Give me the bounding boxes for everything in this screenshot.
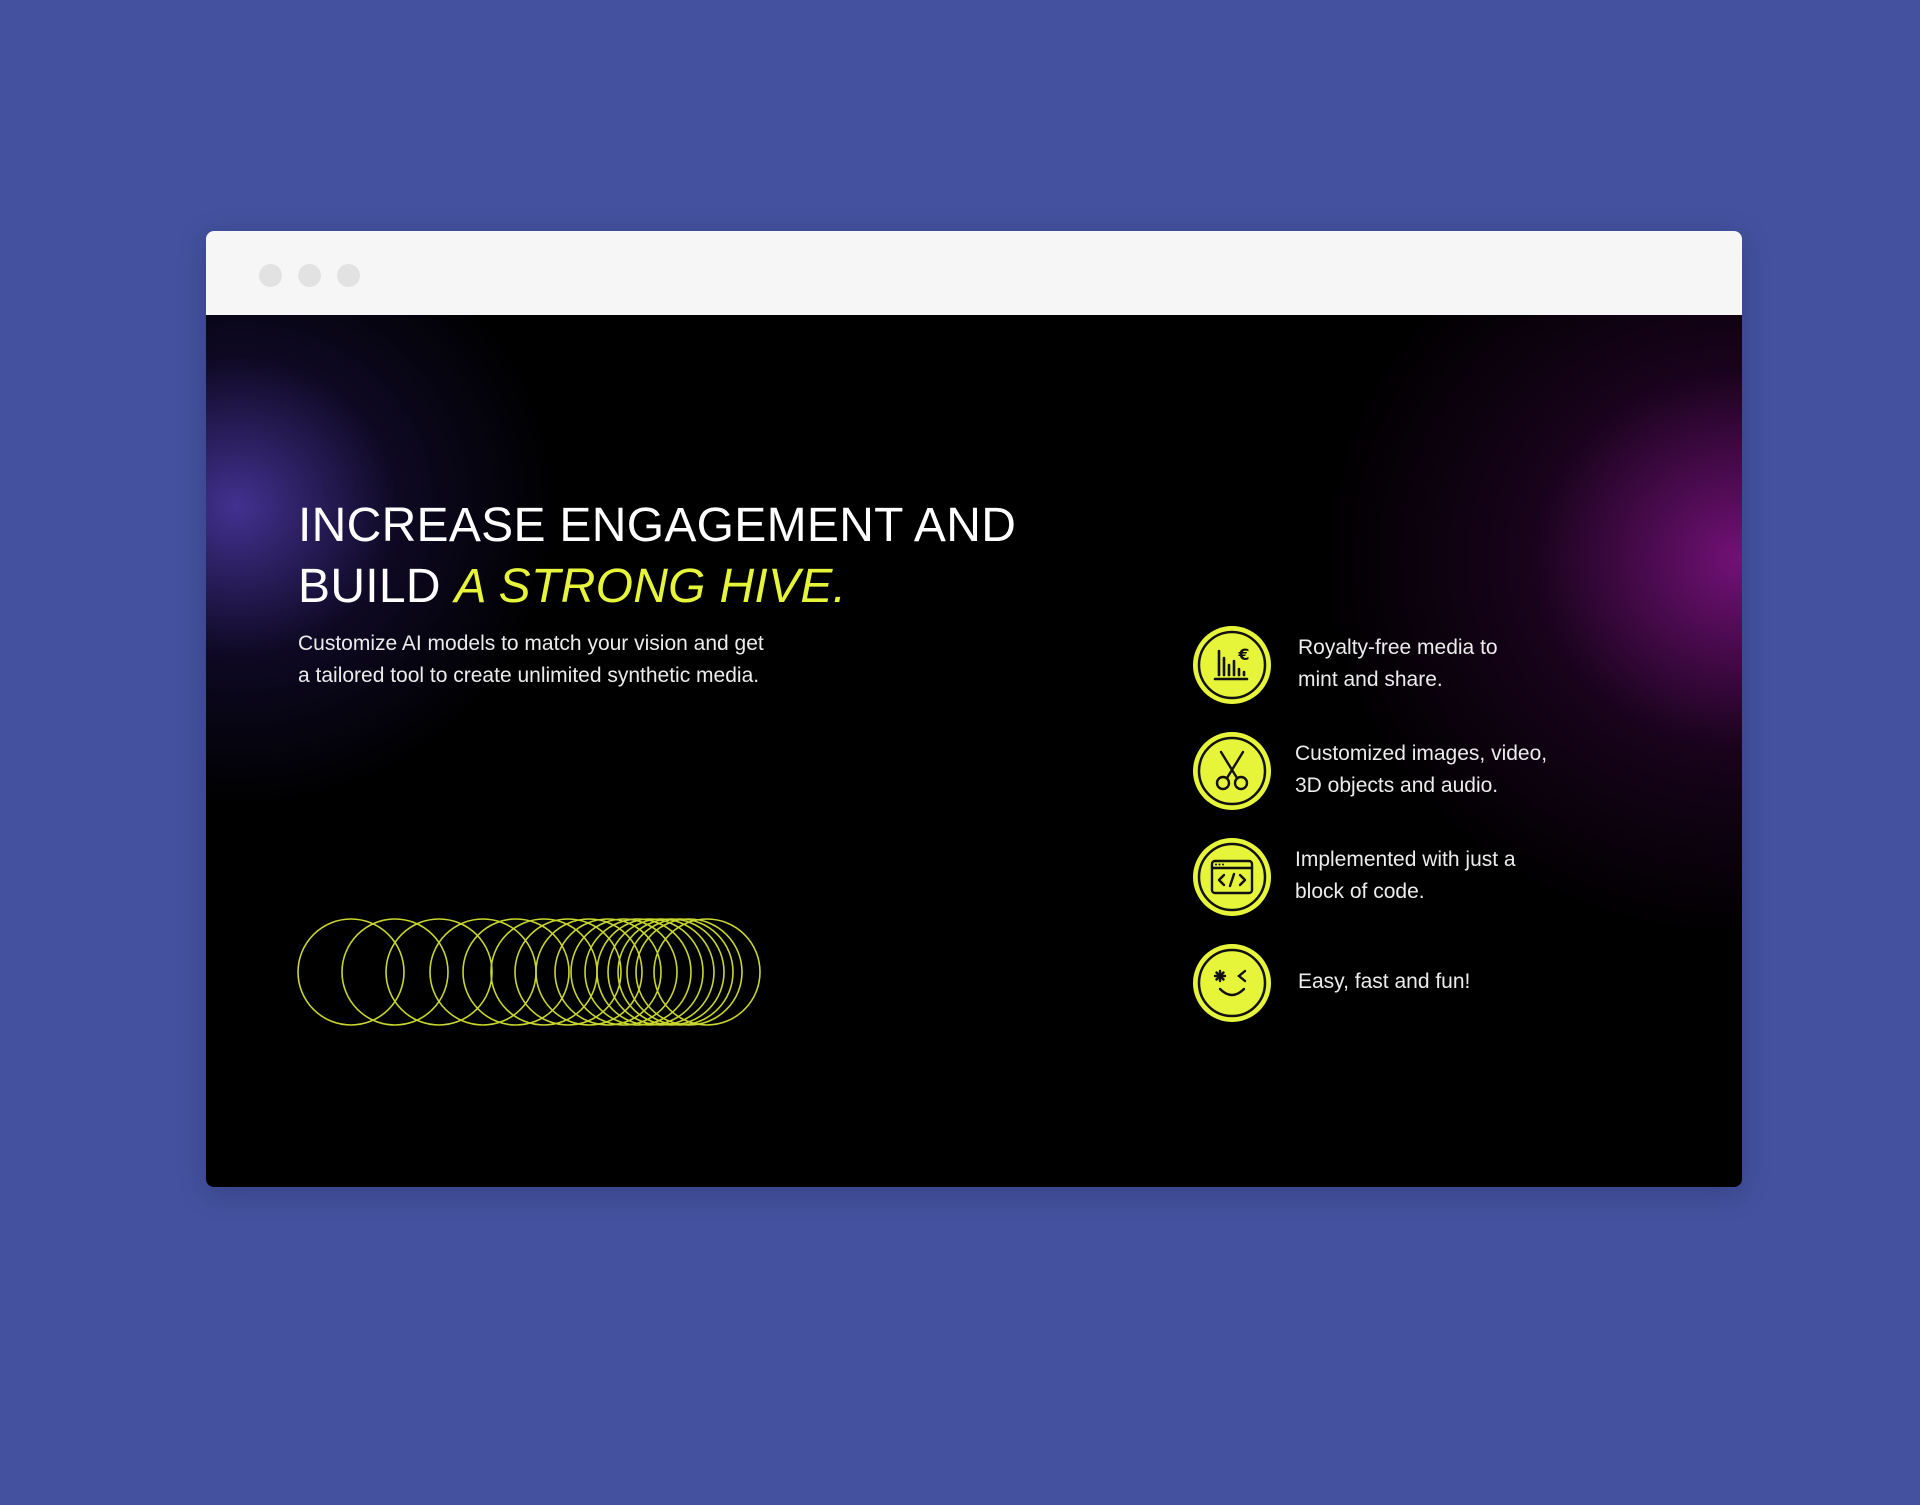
hero-subtitle: Customize AI models to match your vision… (298, 632, 764, 687)
page-viewport: INCREASE ENGAGEMENT AND BUILD A STRONG HI… (206, 315, 1742, 1187)
ring-decoration (653, 918, 761, 1026)
ring-decoration (514, 918, 622, 1026)
ring-decoration (635, 918, 743, 1026)
feature-text-line-2: block of code. (1295, 880, 1425, 903)
feature-text-line-1: Royalty-free media to (1298, 636, 1498, 659)
ring-decoration (584, 918, 692, 1026)
feature-text-line-1: Customized images, video, (1295, 742, 1548, 765)
scissors-icon (1193, 732, 1271, 810)
ring-decoration (297, 918, 405, 1026)
feature-item-easy: Easy, fast and fun! (1192, 943, 1632, 1023)
headline-accent: A STRONG HIVE. (454, 560, 847, 613)
rings-graphic (297, 918, 761, 1026)
feature-text: Implemented with just a block of code. (1295, 844, 1516, 908)
feature-text: Royalty-free media to mint and share. (1298, 632, 1498, 696)
hero-headline: INCREASE ENGAGEMENT AND BUILD A STRONG HI… (298, 495, 1016, 617)
ring-decoration (462, 918, 570, 1026)
feature-text-line-2: mint and share. (1298, 668, 1443, 691)
feature-text: Customized images, video, 3D objects and … (1295, 738, 1547, 802)
browser-window: INCREASE ENGAGEMENT AND BUILD A STRONG HI… (206, 231, 1742, 1187)
window-dot-minimize[interactable] (298, 264, 321, 287)
feature-text-line-1: Implemented with just a (1295, 848, 1516, 871)
chart-euro-icon: € (1193, 626, 1271, 704)
feature-item-customized: Customized images, video, 3D objects and … (1192, 731, 1632, 811)
feature-item-code: Implemented with just a block of code. (1192, 837, 1632, 917)
ring-decoration (596, 918, 704, 1026)
wink-face-icon (1193, 944, 1271, 1022)
svg-text:€: € (1237, 645, 1249, 664)
window-dot-close[interactable] (259, 264, 282, 287)
feature-text: Easy, fast and fun! (1298, 970, 1471, 993)
ring-decoration (341, 918, 449, 1026)
ring-decoration (385, 918, 493, 1026)
code-window-icon (1193, 838, 1271, 916)
ring-decoration (429, 918, 537, 1026)
headline-line-1: INCREASE ENGAGEMENT AND (298, 499, 1017, 552)
feature-text-line-2: 3D objects and audio. (1295, 774, 1499, 797)
headline-line-2-prefix: BUILD (298, 560, 455, 613)
window-dot-maximize[interactable] (337, 264, 360, 287)
ring-decoration (617, 918, 725, 1026)
ring-decoration (490, 918, 598, 1026)
ring-decoration (626, 918, 734, 1026)
feature-item-royalty-free: € Royalty-free media to mint and share. (1192, 625, 1632, 705)
ring-decoration (535, 918, 643, 1026)
window-titlebar (206, 231, 1742, 315)
